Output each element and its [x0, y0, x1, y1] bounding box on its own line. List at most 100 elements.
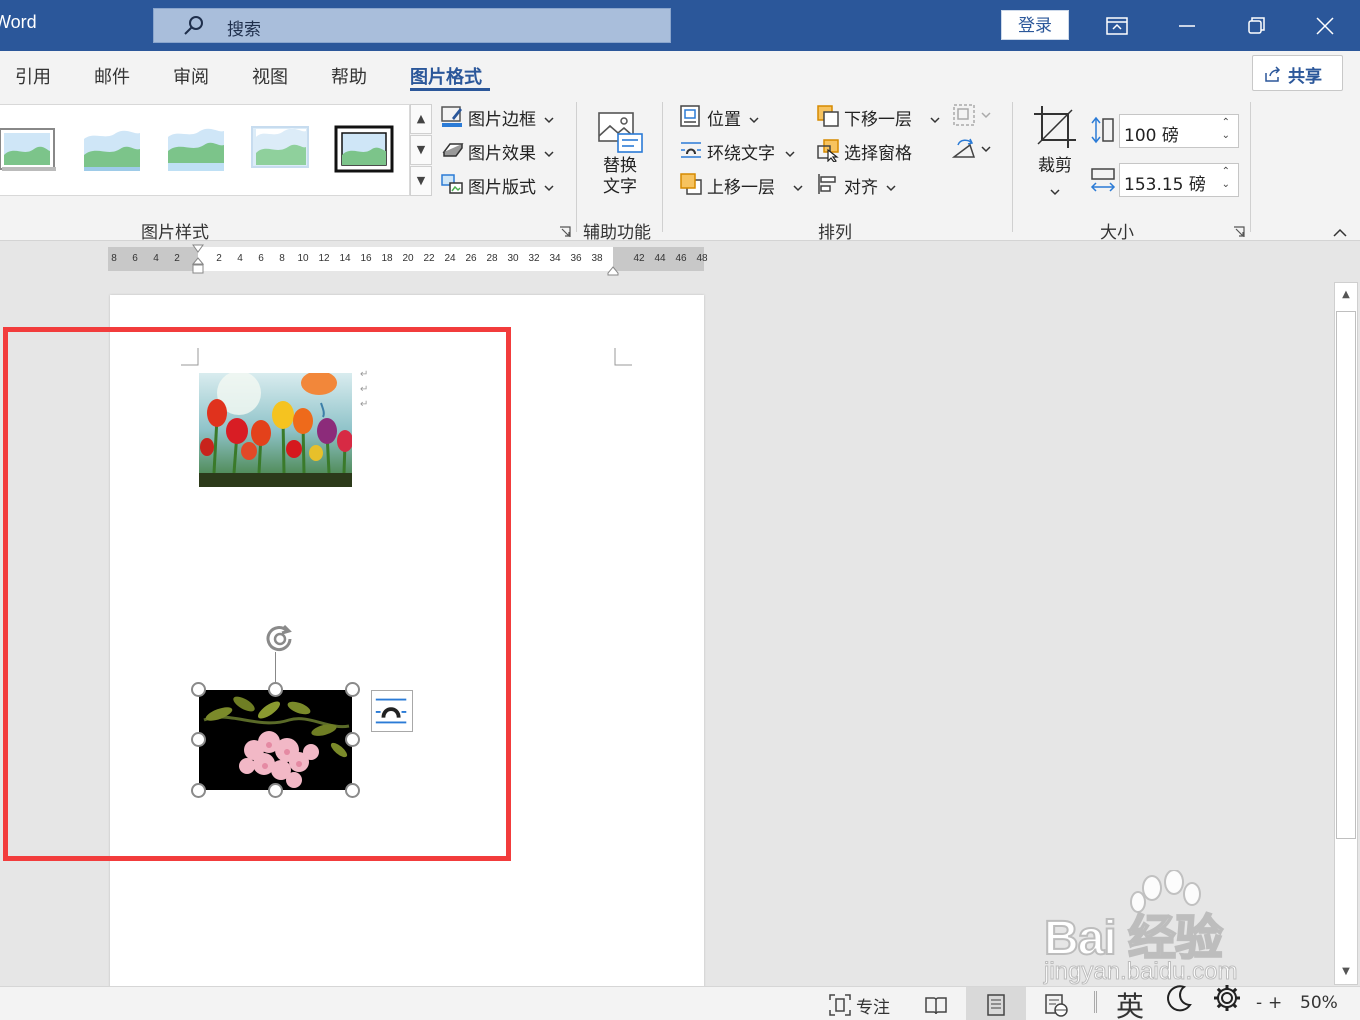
search-box[interactable]: 搜索: [153, 8, 671, 43]
send-backward-label: 下移一层: [844, 110, 912, 130]
login-button[interactable]: 登录: [1001, 10, 1069, 40]
group-separator: [576, 102, 577, 232]
group-objects-button[interactable]: [952, 103, 992, 129]
share-button[interactable]: 共享: [1252, 55, 1343, 91]
wrap-text-icon: [679, 138, 703, 162]
zoom-level[interactable]: 50%: [1300, 993, 1338, 1013]
restore-button[interactable]: [1238, 8, 1274, 44]
spin-up-icon[interactable]: ⌃: [1222, 117, 1230, 128]
ruler-tick-label: 2: [216, 253, 222, 264]
chevron-down-icon: [544, 110, 554, 124]
ruler-tick-label: 28: [486, 253, 498, 264]
crop-label: 裁剪: [1038, 156, 1072, 176]
spin-down-icon[interactable]: ⌄: [1222, 179, 1230, 190]
align-label: 对齐: [844, 178, 878, 198]
ribbon-tabs: 引用 邮件 审阅 视图 帮助 图片格式: [0, 51, 1360, 96]
style-thumbnail[interactable]: [0, 125, 58, 173]
selection-pane-icon: [816, 138, 840, 163]
vertical-scrollbar[interactable]: ▲ ▼: [1334, 282, 1358, 985]
shape-height-field[interactable]: 100 磅 ⌃ ⌄: [1119, 114, 1239, 148]
chevron-down-icon[interactable]: [1050, 182, 1062, 196]
zoom-out-button[interactable]: -: [1256, 993, 1262, 1013]
style-thumbnail[interactable]: [82, 125, 142, 173]
active-tab-indicator: [410, 88, 490, 91]
right-indent-marker-icon: [607, 266, 619, 276]
focus-mode-label[interactable]: 专注: [856, 993, 890, 1018]
group-objects-icon: [953, 104, 991, 126]
scrollbar-thumb[interactable]: [1336, 311, 1356, 839]
close-button[interactable]: [1307, 8, 1343, 44]
search-label: 搜索: [227, 20, 261, 40]
group-separator: [1012, 102, 1013, 232]
alt-text-button[interactable]: [596, 110, 644, 154]
gallery-more-button[interactable]: ▼: [410, 166, 432, 196]
minimize-button[interactable]: [1169, 8, 1205, 44]
ruler-tick-label: 46: [675, 253, 687, 264]
tab-mailings[interactable]: 邮件: [94, 63, 130, 89]
ruler-tick-label: 12: [318, 253, 330, 264]
style-thumbnail[interactable]: [334, 125, 394, 173]
picture-styles-dialog-launcher[interactable]: [559, 223, 571, 237]
accessibility-group-label: 辅助功能: [583, 223, 651, 243]
shape-height-value: 100 磅: [1124, 126, 1179, 146]
position-icon: [679, 104, 703, 128]
status-separator: [1094, 991, 1097, 1013]
ribbon-display-options-button[interactable]: [1099, 8, 1135, 44]
tab-picture-format[interactable]: 图片格式: [410, 63, 482, 89]
ruler-tick-label: 14: [339, 253, 351, 264]
read-mode-icon[interactable]: [924, 993, 948, 1017]
scroll-up-button[interactable]: ▲: [1335, 283, 1357, 307]
arrange-group-label: 排列: [818, 223, 852, 243]
app-name: Word: [0, 12, 37, 32]
dialog-launcher-icon: [560, 226, 571, 237]
zoom-in-button[interactable]: +: [1268, 993, 1282, 1013]
moon-icon[interactable]: [1164, 983, 1194, 1013]
spin-up-icon[interactable]: ⌃: [1222, 166, 1230, 177]
ribbon: ▲ ▼ ▼ 图片边框 图片效果 图片版式 图片样式 替换 文字 辅助功能 位置 …: [0, 96, 1360, 243]
landscape-image-icon: [0, 128, 56, 171]
style-thumbnail[interactable]: [250, 125, 310, 173]
landscape-image-icon: [334, 125, 394, 173]
horizontal-ruler[interactable]: 8642 2 4 6 8 10 12 14 16 18 20 22 24 26 28 30 32 34 36 38 4…: [108, 244, 708, 276]
crop-button[interactable]: [1032, 104, 1078, 150]
tab-view[interactable]: 视图: [252, 63, 288, 89]
ruler-tick-label: 48: [696, 253, 708, 264]
chevron-down-icon: [886, 178, 896, 192]
tab-review[interactable]: 审阅: [173, 63, 209, 89]
rotate-icon: [951, 138, 991, 158]
restore-icon: [1248, 17, 1265, 34]
collapse-ribbon-button[interactable]: [1332, 224, 1348, 237]
selection-pane-label: 选择窗格: [844, 144, 912, 164]
landscape-image-icon: [84, 129, 140, 171]
crop-icon: [1034, 106, 1076, 148]
style-thumbnail[interactable]: [166, 125, 226, 173]
ruler-tick-label: 38: [591, 253, 603, 264]
ruler-tick-label: 24: [444, 253, 456, 264]
ruler-tick-label: 4: [153, 253, 159, 264]
web-layout-icon[interactable]: [1044, 993, 1068, 1017]
shape-width-field[interactable]: 153.15 磅 ⌃ ⌄: [1119, 163, 1239, 197]
size-dialog-launcher[interactable]: [1233, 223, 1245, 237]
spin-down-icon[interactable]: ⌄: [1222, 130, 1230, 141]
share-label: 共享: [1288, 67, 1322, 87]
ruler-tick-label: 18: [381, 253, 393, 264]
chevron-down-icon: [785, 144, 795, 158]
indent-marker[interactable]: [191, 244, 205, 274]
tab-help[interactable]: 帮助: [331, 63, 367, 89]
ruler-tick-label: 30: [507, 253, 519, 264]
picture-style-gallery: [0, 104, 410, 196]
rotate-objects-button[interactable]: [951, 137, 992, 163]
focus-mode-icon[interactable]: [828, 993, 852, 1017]
settings-gear-icon[interactable]: [1212, 983, 1242, 1013]
gallery-scroll: ▲ ▼ ▼: [410, 104, 432, 196]
scroll-down-button[interactable]: ▼: [1335, 960, 1357, 984]
ruler-tick-label: 32: [528, 253, 540, 264]
right-indent-marker[interactable]: [607, 261, 619, 276]
print-layout-icon[interactable]: [984, 993, 1008, 1017]
ime-language-indicator[interactable]: 英: [1116, 985, 1144, 1020]
tab-references[interactable]: 引用: [15, 63, 51, 89]
dialog-launcher-icon: [1234, 226, 1245, 237]
gallery-scroll-down-button[interactable]: ▼: [410, 135, 432, 165]
ruler-tick-label: 42: [633, 253, 645, 264]
gallery-scroll-up-button[interactable]: ▲: [410, 104, 432, 134]
